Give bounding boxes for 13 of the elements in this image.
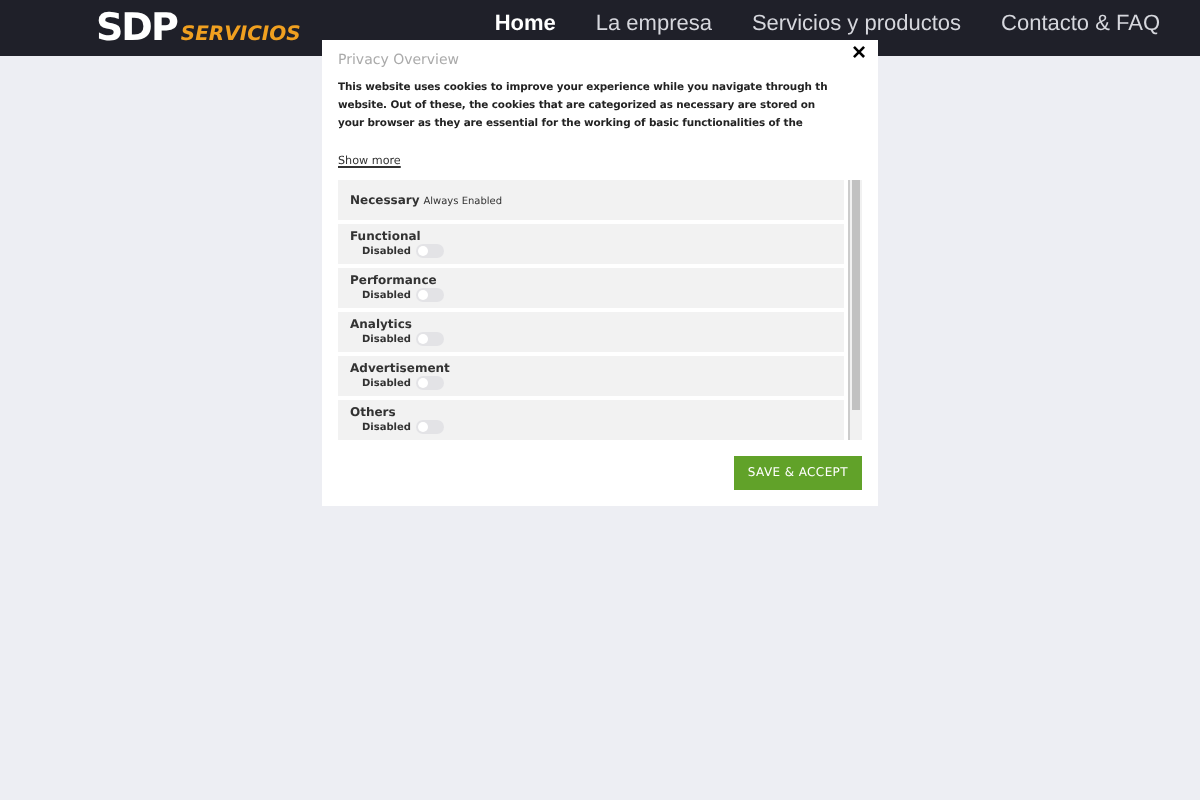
logo-subtitle: SERVICIOS	[180, 25, 301, 45]
scrollbar[interactable]	[848, 180, 862, 440]
toggle-switch[interactable]	[416, 332, 445, 346]
toggle-switch[interactable]	[416, 376, 445, 390]
toggle-switch[interactable]	[416, 420, 445, 434]
nav-link[interactable]: Contacto & FAQ	[1001, 12, 1160, 36]
nav-link[interactable]: Servicios y productos	[751, 12, 962, 36]
logo-text: SDP	[96, 9, 177, 47]
toggle-switch[interactable]	[416, 288, 445, 302]
nav-link[interactable]: Home	[494, 12, 556, 36]
nav-link[interactable]: La empresa	[595, 12, 712, 36]
close-button[interactable]: ×	[851, 40, 866, 64]
toggle-switch[interactable]	[416, 244, 445, 258]
